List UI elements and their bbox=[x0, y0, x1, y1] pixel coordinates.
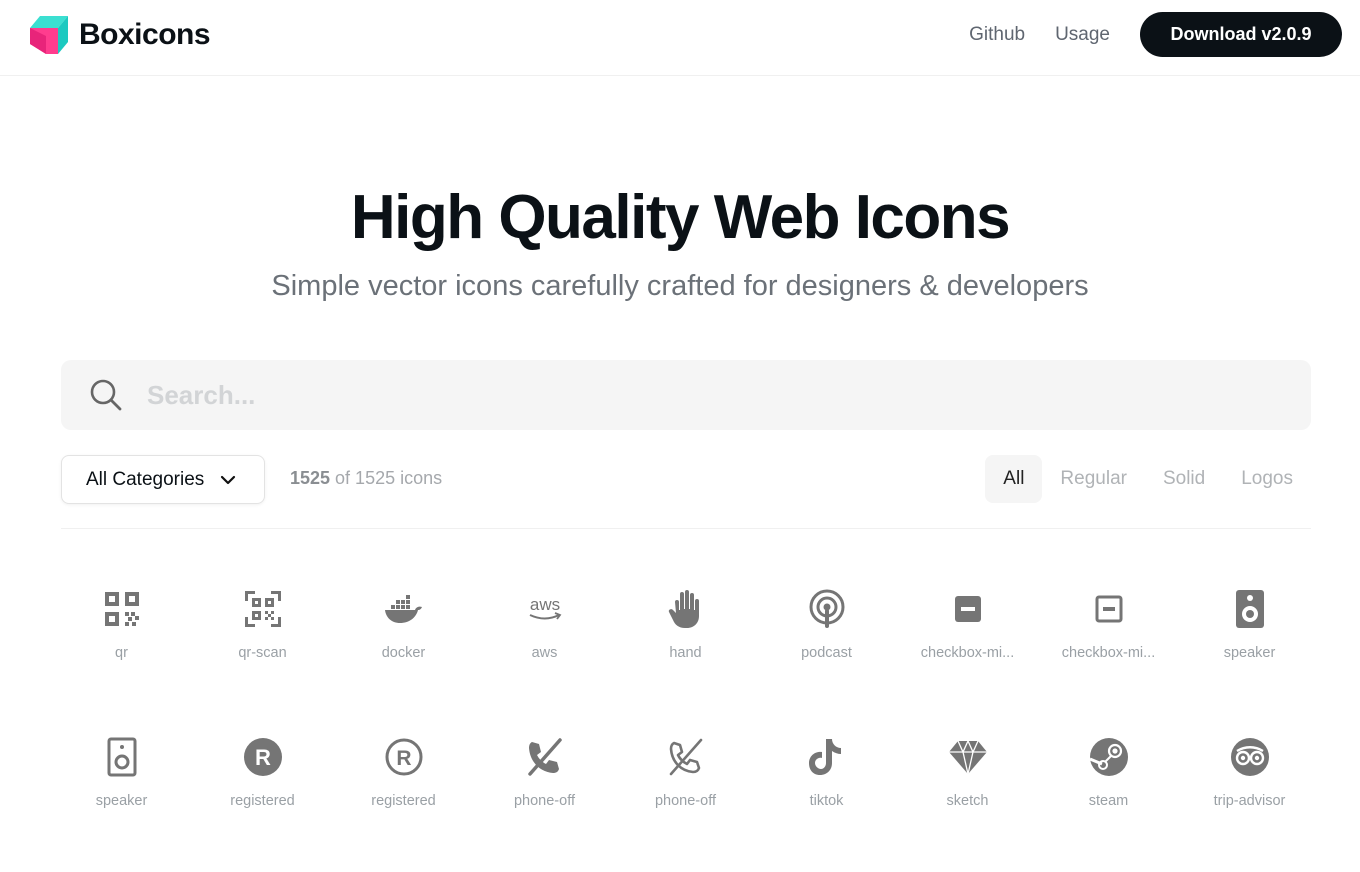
icon-label: registered bbox=[371, 793, 436, 809]
hero-title: High Quality Web Icons bbox=[350, 183, 1011, 252]
icon-card-tiktok[interactable]: tiktok bbox=[756, 726, 897, 824]
icon-label: docker bbox=[381, 645, 426, 661]
nav-github-link[interactable]: Github bbox=[969, 24, 1025, 46]
icon-label: phone-off bbox=[513, 793, 575, 809]
icon-grid: qr qr-scan docker aws aws hand podcast c… bbox=[51, 578, 1321, 824]
qr-scan-icon bbox=[244, 591, 281, 627]
icon-count-total: of 1525 icons bbox=[330, 468, 443, 488]
speaker-icon bbox=[107, 737, 136, 777]
registered-solid-icon: R bbox=[243, 738, 282, 776]
brand-name: Boxicons bbox=[79, 18, 211, 51]
tab-logos[interactable]: Logos bbox=[1223, 455, 1311, 503]
docker-icon bbox=[384, 595, 422, 623]
type-filter-tabs: All Regular Solid Logos bbox=[985, 455, 1311, 503]
download-button[interactable]: Download v2.0.9 bbox=[1140, 12, 1342, 57]
top-header: Boxicons Github Usage Download v2.0.9 bbox=[0, 0, 1360, 76]
icon-label: speaker bbox=[95, 793, 148, 809]
icon-label: aws bbox=[531, 645, 558, 661]
icon-card-docker[interactable]: docker bbox=[333, 578, 474, 676]
icon-label: tiktok bbox=[809, 793, 844, 809]
icon-label: hand bbox=[669, 645, 702, 661]
icon-card-hand[interactable]: hand bbox=[615, 578, 756, 676]
icon-card-speaker-solid[interactable]: speaker bbox=[1179, 578, 1320, 676]
icon-label: sketch bbox=[946, 793, 989, 809]
tiktok-icon bbox=[808, 739, 841, 775]
registered-icon: R bbox=[385, 738, 422, 776]
trip-advisor-icon bbox=[1230, 738, 1269, 776]
icon-card-sketch[interactable]: sketch bbox=[897, 726, 1038, 824]
icon-label: phone-off bbox=[654, 793, 716, 809]
search-icon bbox=[90, 379, 122, 411]
icon-label: checkbox-mi... bbox=[920, 645, 1015, 661]
qr-icon bbox=[104, 592, 139, 626]
icon-label: podcast bbox=[801, 645, 852, 661]
checkbox-minus-icon bbox=[1095, 595, 1122, 623]
search-input[interactable] bbox=[147, 379, 1247, 411]
svg-text:R: R bbox=[396, 747, 411, 770]
phone-off-icon bbox=[669, 738, 702, 776]
icon-card-speaker[interactable]: speaker bbox=[51, 726, 192, 824]
category-select-label: All Categories bbox=[86, 468, 205, 490]
steam-icon bbox=[1088, 738, 1128, 776]
icon-card-checkbox-minus-solid[interactable]: checkbox-mi... bbox=[897, 578, 1038, 676]
top-nav: Github Usage Download v2.0.9 bbox=[969, 12, 1342, 57]
divider bbox=[61, 528, 1311, 529]
speaker-solid-icon bbox=[1235, 590, 1264, 628]
svg-text:aws: aws bbox=[529, 595, 559, 614]
aws-icon: aws bbox=[529, 595, 561, 620]
icon-card-trip-advisor[interactable]: trip-advisor bbox=[1179, 726, 1320, 824]
icon-label: trip-advisor bbox=[1213, 793, 1286, 809]
hero-subtitle: Simple vector icons carefully crafted fo… bbox=[271, 270, 1089, 302]
icon-label: registered bbox=[230, 793, 295, 809]
tab-all[interactable]: All bbox=[985, 455, 1043, 503]
icon-card-phone-off[interactable]: phone-off bbox=[615, 726, 756, 824]
icon-label: speaker bbox=[1223, 645, 1276, 661]
icon-label: steam bbox=[1088, 793, 1129, 809]
checkbox-minus-solid-icon bbox=[954, 596, 981, 622]
search-bar bbox=[61, 360, 1311, 430]
icon-card-registered-solid[interactable]: R registered bbox=[192, 726, 333, 824]
icon-count: 1525 of 1525 icons bbox=[290, 468, 442, 489]
icon-label: checkbox-mi... bbox=[1061, 645, 1156, 661]
icon-card-qr[interactable]: qr bbox=[51, 578, 192, 676]
brand-logo[interactable]: Boxicons bbox=[30, 14, 211, 56]
icon-card-podcast[interactable]: podcast bbox=[756, 578, 897, 676]
tab-solid[interactable]: Solid bbox=[1145, 455, 1223, 503]
category-select[interactable]: All Categories bbox=[61, 455, 265, 504]
sketch-icon bbox=[948, 739, 987, 775]
phone-off-solid-icon bbox=[527, 738, 562, 776]
icon-card-qr-scan[interactable]: qr-scan bbox=[192, 578, 333, 676]
icon-card-checkbox-minus[interactable]: checkbox-mi... bbox=[1038, 578, 1179, 676]
icon-count-shown: 1525 bbox=[290, 468, 331, 488]
icon-card-registered[interactable]: R registered bbox=[333, 726, 474, 824]
svg-text:R: R bbox=[255, 745, 271, 770]
chevron-down-icon bbox=[221, 475, 236, 484]
podcast-icon bbox=[809, 589, 844, 628]
icon-card-steam[interactable]: steam bbox=[1038, 726, 1179, 824]
nav-usage-link[interactable]: Usage bbox=[1055, 24, 1110, 46]
icon-card-aws[interactable]: aws aws bbox=[474, 578, 615, 676]
icon-label: qr bbox=[115, 645, 128, 661]
icon-label: qr-scan bbox=[238, 645, 287, 661]
boxicons-logo-icon bbox=[30, 16, 68, 54]
icon-card-phone-off-solid[interactable]: phone-off bbox=[474, 726, 615, 824]
hand-icon bbox=[668, 590, 699, 628]
tab-regular[interactable]: Regular bbox=[1042, 455, 1145, 503]
